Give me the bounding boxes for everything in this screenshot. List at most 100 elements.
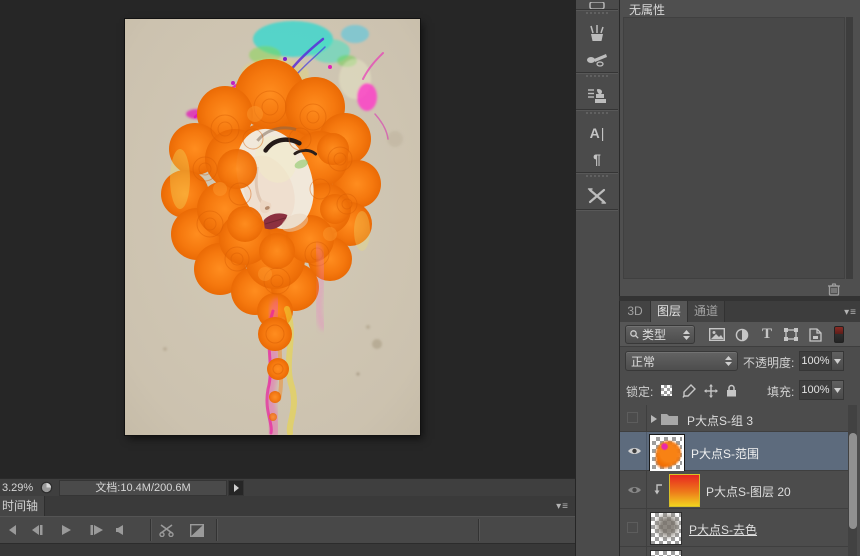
blend-mode-select[interactable]: 正常 — [625, 351, 738, 371]
dock-drag-handle[interactable] — [586, 175, 608, 182]
transition-icon[interactable] — [188, 523, 206, 537]
filter-kind-label: 类型 — [642, 328, 667, 342]
status-bar: 3.29% 文档:10.4M/200.6M — [0, 478, 575, 496]
filter-adjustment-layers-icon[interactable] — [733, 326, 751, 343]
brush-presets-icon[interactable] — [576, 46, 618, 72]
timeline-divider — [478, 519, 479, 541]
lock-label: 锁定: — [626, 385, 654, 399]
photoshop-window: 3.29% 文档:10.4M/200.6M 时间轴 ▾≡ A | ¶ 无属性 3… — [0, 0, 860, 556]
zoom-level[interactable]: 3.29% — [0, 482, 40, 494]
folder-icon — [661, 414, 678, 425]
lock-row: 锁定: 填充: 100% — [620, 376, 860, 405]
audio-mute-icon[interactable] — [110, 523, 128, 537]
dock-drag-handle[interactable] — [586, 12, 608, 19]
lock-transparency-icon[interactable] — [658, 382, 675, 399]
timeline-divider — [150, 519, 151, 541]
updown-arrows-icon — [683, 329, 690, 340]
character-glyph: A — [589, 125, 600, 141]
next-frame-button[interactable] — [87, 523, 105, 537]
tab-3d[interactable]: 3D — [620, 301, 651, 322]
updown-arrows-icon — [725, 356, 732, 366]
layer-row-selected[interactable]: P大点S-范围 — [620, 432, 848, 472]
status-options-button[interactable] — [228, 479, 244, 496]
dock-drag-handle[interactable] — [586, 112, 608, 119]
timeline-divider — [216, 519, 217, 541]
tab-channels[interactable]: 通道 — [688, 301, 725, 322]
layer-row-clipped[interactable]: P大点S-图层 20 — [620, 471, 848, 509]
clipping-mask-icon — [654, 484, 662, 495]
filter-kind-select[interactable]: 类型 — [625, 325, 695, 344]
visibility-well[interactable] — [620, 405, 647, 431]
properties-panel: 无属性 — [619, 0, 860, 296]
timeline-menu-icon[interactable]: ▾≡ — [556, 501, 569, 512]
layer-name[interactable]: P大点S-去色 — [689, 521, 757, 538]
filter-smart-objects-icon[interactable] — [806, 326, 824, 343]
split-clip-icon[interactable] — [157, 523, 177, 537]
filter-toggle-switch[interactable] — [834, 326, 844, 343]
filter-pixel-layers-icon[interactable] — [708, 326, 726, 343]
timeline-controls — [0, 516, 575, 544]
layer-filter-row: 类型 T — [620, 322, 860, 347]
paragraph-glyph: ¶ — [593, 151, 601, 167]
filter-type-layers-icon[interactable]: T — [758, 326, 776, 343]
play-button[interactable] — [57, 523, 75, 537]
first-frame-button[interactable] — [2, 523, 20, 537]
paragraph-panel-icon[interactable]: ¶ — [576, 146, 618, 172]
previous-frame-button[interactable] — [27, 523, 45, 537]
lock-all-icon[interactable] — [723, 382, 740, 399]
opacity-value[interactable]: 100% — [799, 351, 832, 371]
dock-drag-handle[interactable] — [586, 75, 608, 82]
eye-icon[interactable] — [627, 485, 642, 495]
character-panel-icon[interactable]: A | — [576, 120, 618, 146]
tool-presets-icon[interactable] — [576, 183, 618, 209]
artwork-document[interactable] — [125, 19, 420, 435]
layer-thumbnail[interactable] — [650, 550, 682, 556]
blend-mode-row: 正常 不透明度: 100% — [620, 347, 860, 376]
fill-label: 填充: — [767, 385, 795, 399]
panel-icon-dock: A | ¶ — [575, 0, 618, 556]
visibility-off[interactable] — [627, 521, 638, 533]
clone-source-icon[interactable] — [576, 83, 618, 109]
properties-scrollbar[interactable] — [846, 17, 853, 279]
expand-arrow-icon[interactable] — [651, 415, 657, 423]
layer-name[interactable]: P大点S-范围 — [691, 445, 759, 462]
fill-dropdown-button[interactable] — [831, 380, 844, 400]
live-preview-icon — [40, 481, 53, 494]
visibility-well[interactable] — [620, 509, 647, 546]
visibility-well[interactable] — [620, 547, 647, 556]
layer-name[interactable]: P大点S-组 3 — [687, 412, 753, 429]
layer-row-decolor[interactable]: P大点S-去色 — [620, 509, 848, 547]
lock-position-icon[interactable] — [702, 382, 719, 399]
layer-name[interactable]: P大点S-图层 20 — [706, 483, 791, 500]
layer-thumbnail[interactable] — [669, 474, 700, 507]
canvas-area[interactable] — [0, 0, 575, 478]
layer-thumbnail[interactable] — [650, 512, 682, 545]
artwork-image — [125, 19, 420, 435]
tab-layers[interactable]: 图层 — [651, 301, 688, 322]
eye-icon[interactable] — [627, 446, 642, 456]
layers-scrollbar-thumb[interactable] — [849, 433, 857, 529]
filter-shape-layers-icon[interactable] — [782, 326, 800, 343]
brush-panel-icon[interactable] — [576, 20, 618, 46]
layers-panel-menu-icon[interactable]: ▾≡ — [844, 307, 857, 318]
timeline-panel: 时间轴 ▾≡ — [0, 496, 575, 556]
layer-list: P大点S-组 3 P大点S-范围 P大点S-图层 20 P大点S-去色 — [620, 405, 860, 556]
layer-row-partial[interactable] — [620, 547, 848, 556]
opacity-label: 不透明度: — [743, 356, 795, 370]
clipped-panel-icon[interactable] — [576, 0, 618, 9]
layer-row-group[interactable]: P大点S-组 3 — [620, 405, 848, 432]
visibility-well[interactable] — [620, 471, 647, 508]
timeline-tab[interactable]: 时间轴 — [0, 496, 45, 516]
lock-paint-icon[interactable] — [680, 382, 697, 399]
properties-content — [623, 17, 845, 279]
fill-value[interactable]: 100% — [799, 380, 832, 400]
layer-thumbnail[interactable] — [649, 434, 685, 472]
trash-icon[interactable] — [827, 283, 841, 296]
visibility-off[interactable] — [627, 412, 638, 423]
layers-panel: 3D 图层 通道 ▾≡ 类型 T 正常 不透明度: 100% 锁定: 填充: 1… — [619, 301, 860, 556]
properties-title: 无属性 — [629, 3, 666, 17]
document-size-info[interactable]: 文档:10.4M/200.6M — [59, 479, 227, 496]
search-icon — [630, 330, 639, 339]
visibility-well[interactable] — [620, 432, 647, 470]
opacity-dropdown-button[interactable] — [831, 351, 844, 371]
